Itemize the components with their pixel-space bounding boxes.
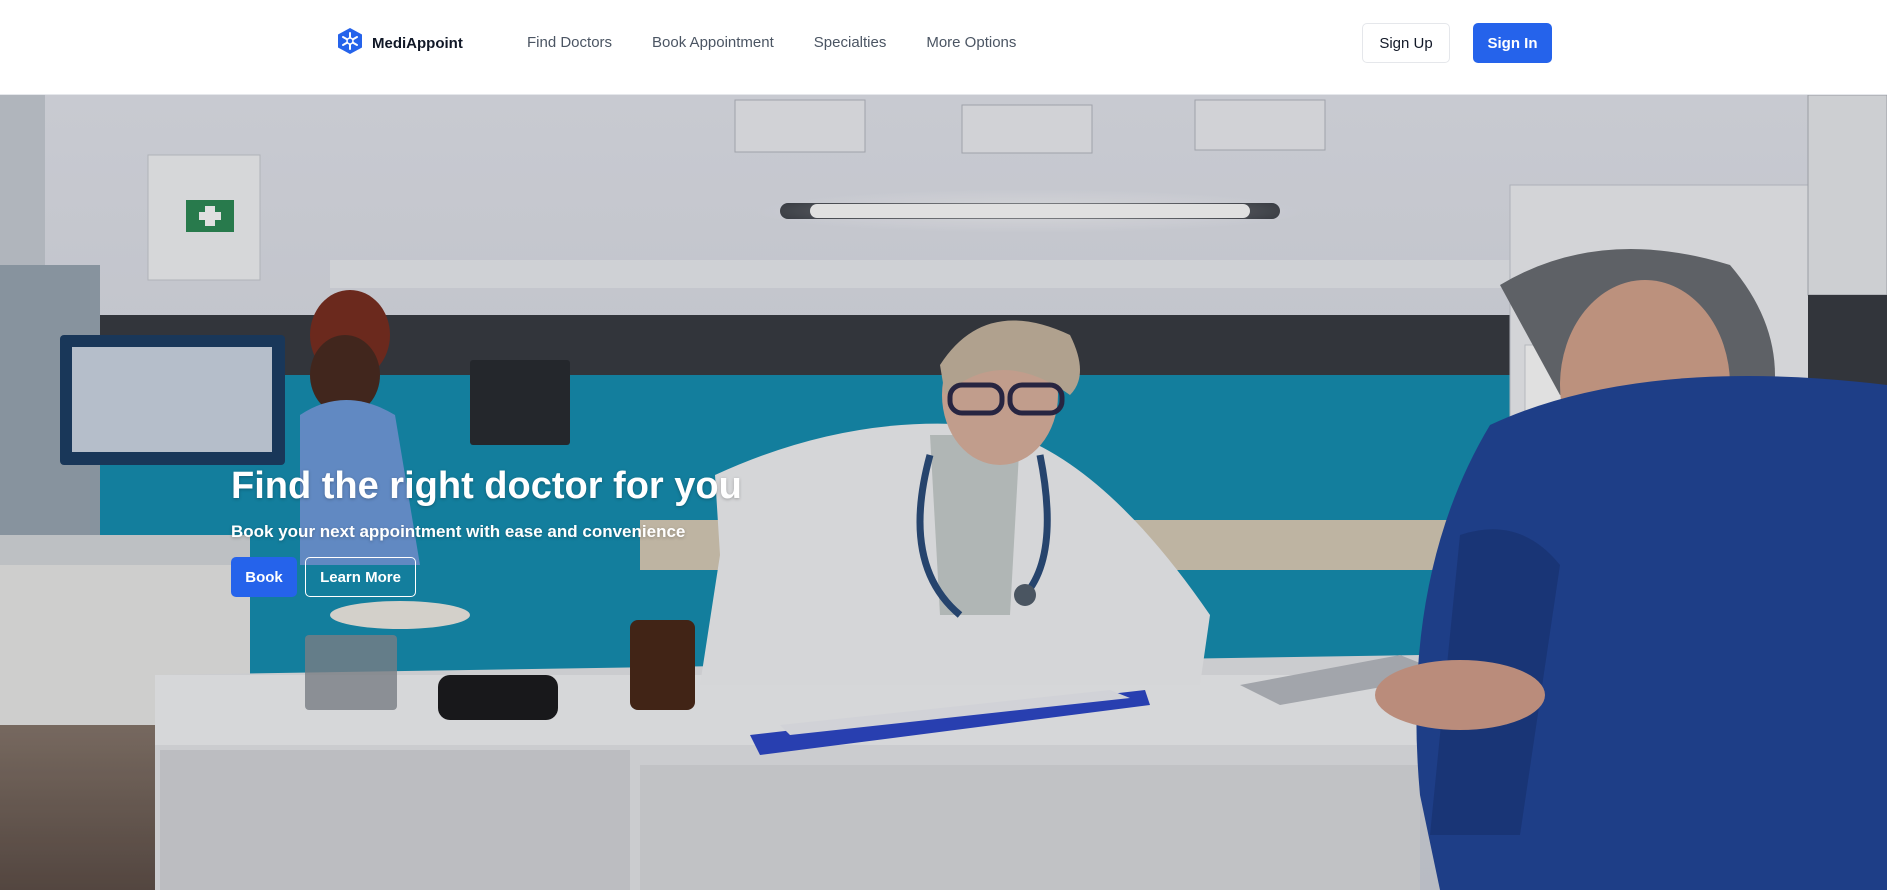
hero-content: Find the right doctor for you Book your … [231,463,931,597]
learn-more-button[interactable]: Learn More [305,557,416,597]
hexagon-logo-icon [337,27,363,60]
hero-section: Find the right doctor for you Book your … [0,95,1887,890]
top-navbar: MediAppoint Find Doctors Book Appointmen… [0,0,1887,95]
sign-up-button[interactable]: Sign Up [1362,23,1450,63]
book-button[interactable]: Book [231,557,297,597]
hero-title: Find the right doctor for you [231,465,742,507]
nav-more-options[interactable]: More Options [926,32,1016,54]
brand[interactable]: MediAppoint [337,27,463,60]
nav-find-doctors[interactable]: Find Doctors [527,32,612,54]
nav-specialties[interactable]: Specialties [814,32,887,54]
hero-subtitle: Book your next appointment with ease and… [231,522,686,541]
sign-in-button[interactable]: Sign In [1473,23,1552,63]
main-nav: Find Doctors Book Appointment Specialtie… [527,32,1016,54]
nav-book-appointment[interactable]: Book Appointment [652,32,774,54]
hero-actions: Book Learn More [231,557,931,597]
brand-name: MediAppoint [372,34,463,52]
